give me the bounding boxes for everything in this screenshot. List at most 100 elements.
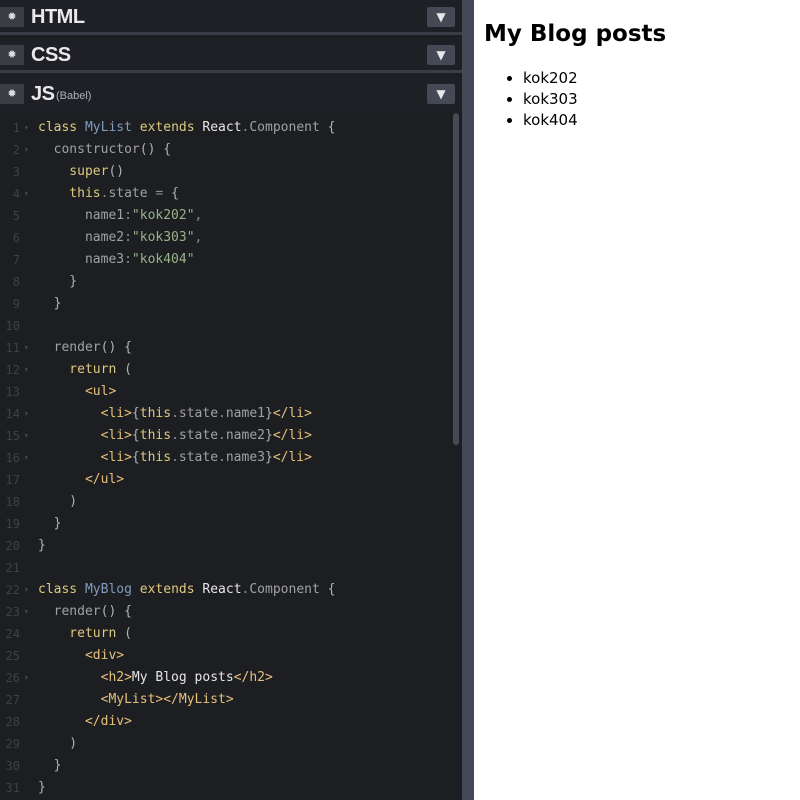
- chevron-down-icon[interactable]: ▼: [427, 84, 455, 104]
- line-number: 23: [5, 605, 20, 619]
- line-number: 4: [12, 187, 20, 201]
- code-token: name1: [38, 208, 125, 223]
- code-line[interactable]: 25 <div>: [0, 645, 452, 667]
- code-line[interactable]: 20}: [0, 535, 452, 557]
- code-text: ): [38, 733, 77, 755]
- code-token: "kok404": [131, 252, 195, 267]
- gear-icon[interactable]: ✹: [0, 45, 24, 65]
- line-number: 21: [5, 561, 20, 575]
- code-line[interactable]: 5 name1:"kok202",: [0, 205, 452, 227]
- js-preprocessor-label: (Babel): [56, 90, 92, 102]
- editor-scrollbar[interactable]: [453, 113, 459, 800]
- fold-arrow-icon[interactable]: ▾: [24, 359, 29, 381]
- code-token: state: [178, 406, 219, 421]
- fold-arrow-icon[interactable]: ▾: [24, 601, 29, 623]
- code-line[interactable]: 4 ▾ this.state = {: [0, 183, 452, 205]
- code-token: "kok202": [131, 208, 195, 223]
- code-line[interactable]: 28 </div>: [0, 711, 452, 733]
- code-token: </li>: [272, 406, 312, 421]
- code-token: {: [131, 450, 140, 465]
- code-line[interactable]: 3 super(): [0, 161, 452, 183]
- code-line[interactable]: 14 ▾ <li>{this.state.name1}</li>: [0, 403, 452, 425]
- code-line[interactable]: 27 <MyList></MyList>: [0, 689, 452, 711]
- code-token: }: [265, 450, 273, 465]
- code-line[interactable]: 10: [0, 315, 452, 337]
- code-line[interactable]: 7 name3:"kok404": [0, 249, 452, 271]
- fold-arrow-icon[interactable]: ▾: [24, 447, 29, 469]
- css-panel-header[interactable]: ✹ CSS ▼: [0, 38, 462, 73]
- chevron-down-icon[interactable]: ▼: [427, 45, 455, 65]
- code-line[interactable]: 19 }: [0, 513, 452, 535]
- code-line[interactable]: 15 ▾ <li>{this.state.name2}</li>: [0, 425, 452, 447]
- code-token: </h2>: [233, 670, 273, 685]
- code-token: state: [178, 450, 219, 465]
- code-line[interactable]: 21: [0, 557, 452, 579]
- code-token: name1: [225, 406, 265, 421]
- line-number: 8: [12, 275, 20, 289]
- line-number: 19: [5, 517, 20, 531]
- code-token: (: [124, 626, 132, 641]
- html-panel-header[interactable]: ✹ HTML ▼: [0, 0, 462, 35]
- code-text: <li>{this.state.name3}</li>: [38, 447, 312, 469]
- fold-arrow-icon[interactable]: ▾: [24, 117, 29, 139]
- code-token: ): [38, 736, 78, 751]
- code-token: name2: [225, 428, 265, 443]
- gear-icon[interactable]: ✹: [0, 7, 24, 27]
- code-line[interactable]: 23 ▾ render() {: [0, 601, 452, 623]
- code-line[interactable]: 9 }: [0, 293, 452, 315]
- code-line[interactable]: 29 ): [0, 733, 452, 755]
- code-line[interactable]: 11 ▾ render() {: [0, 337, 452, 359]
- code-line[interactable]: 12 ▾ return (: [0, 359, 452, 381]
- code-text: }: [38, 293, 62, 315]
- fold-arrow-icon[interactable]: ▾: [24, 425, 29, 447]
- line-number: 16: [5, 451, 20, 465]
- code-line[interactable]: 31}: [0, 777, 452, 799]
- fold-arrow-icon[interactable]: ▾: [24, 667, 29, 689]
- code-text: class MyList extends React.Component {: [38, 117, 335, 139]
- code-token: MyList: [84, 120, 140, 135]
- code-text: constructor() {: [38, 139, 171, 161]
- code-text: }: [38, 513, 62, 535]
- code-token: =: [155, 186, 172, 201]
- fold-arrow-icon[interactable]: ▾: [24, 183, 29, 205]
- code-token: <li>: [38, 450, 132, 465]
- fold-arrow-icon[interactable]: ▾: [24, 403, 29, 425]
- chevron-down-icon[interactable]: ▼: [427, 7, 455, 27]
- code-line[interactable]: 18 ): [0, 491, 452, 513]
- code-token: class: [38, 582, 85, 597]
- line-number: 31: [5, 781, 20, 795]
- line-number: 10: [5, 319, 20, 333]
- code-line[interactable]: 30 }: [0, 755, 452, 777]
- line-number: 29: [5, 737, 20, 751]
- code-token: (: [124, 362, 132, 377]
- code-token: }: [38, 758, 62, 773]
- fold-arrow-icon[interactable]: ▾: [24, 579, 29, 601]
- code-text: name1:"kok202",: [38, 205, 202, 227]
- editor-pane: ✹ HTML ▼ ✹ CSS ▼ ✹ JS (Babel) ▼ 1 ▾ class …: [0, 0, 462, 800]
- code-line[interactable]: 16 ▾ <li>{this.state.name3}</li>: [0, 447, 452, 469]
- code-token: </li>: [272, 450, 312, 465]
- gear-icon[interactable]: ✹: [0, 84, 24, 104]
- code-token: return: [38, 626, 125, 641]
- code-line[interactable]: 6 name2:"kok303",: [0, 227, 452, 249]
- code-text: return (: [38, 623, 132, 645]
- fold-arrow-icon[interactable]: ▾: [24, 337, 29, 359]
- code-line[interactable]: 2 ▾ constructor() {: [0, 139, 452, 161]
- code-text: ): [38, 491, 77, 513]
- code-line[interactable]: 13 <ul>: [0, 381, 452, 403]
- code-line[interactable]: 8 }: [0, 271, 452, 293]
- code-line[interactable]: 24 return (: [0, 623, 452, 645]
- code-text: this.state = {: [38, 183, 179, 205]
- code-line[interactable]: 1 ▾ class MyList extends React.Component {: [0, 117, 452, 139]
- pane-resizer[interactable]: [462, 0, 474, 800]
- code-token: My Blog posts: [131, 670, 234, 685]
- fold-arrow-icon[interactable]: ▾: [24, 139, 29, 161]
- js-code-editor[interactable]: 1 ▾ class MyList extends React.Component {…: [0, 113, 462, 800]
- code-line[interactable]: 22 ▾ class MyBlog extends React.Component …: [0, 579, 452, 601]
- code-token: </ul>: [38, 472, 125, 487]
- editor-scrollbar-thumb[interactable]: [453, 113, 459, 445]
- js-panel-header[interactable]: ✹ JS (Babel) ▼: [0, 77, 462, 112]
- code-line[interactable]: 17 </ul>: [0, 469, 452, 491]
- line-number: 27: [5, 693, 20, 707]
- code-line[interactable]: 26 ▾ <h2>My Blog posts</h2>: [0, 667, 452, 689]
